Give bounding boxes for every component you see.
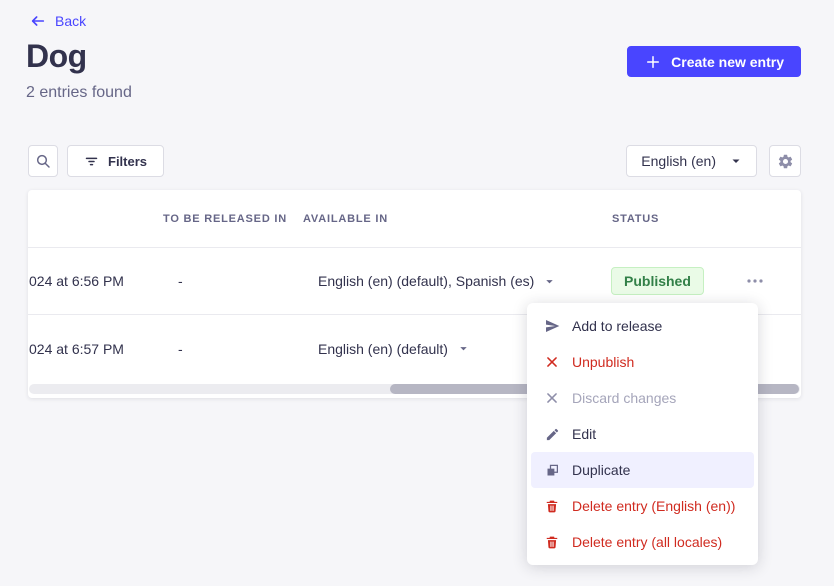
row-actions-menu: Add to release Unpublish Discard changes… xyxy=(527,303,758,565)
menu-item-add-to-release[interactable]: Add to release xyxy=(531,308,754,344)
menu-item-label: Delete entry (English (en)) xyxy=(572,498,735,514)
cross-icon xyxy=(543,353,561,371)
cell-available-in[interactable]: English (en) (default), Spanish (es) xyxy=(318,248,555,314)
create-button-label: Create new entry xyxy=(671,54,784,70)
filter-icon xyxy=(84,154,99,169)
caret-down-icon xyxy=(458,343,469,354)
page-title: Dog xyxy=(26,38,87,75)
back-label: Back xyxy=(55,13,86,29)
table-header-row: TO BE RELEASED IN AVAILABLE IN STATUS xyxy=(28,190,801,248)
filters-label: Filters xyxy=(108,154,147,169)
locale-selected-value: English (en) xyxy=(641,153,716,169)
cell-to-be-released-in: - xyxy=(178,316,183,381)
toolbar: Filters English (en) xyxy=(28,145,801,177)
duplicate-icon xyxy=(543,461,561,479)
menu-item-edit[interactable]: Edit xyxy=(531,416,754,452)
cell-updated: 024 at 6:56 PM xyxy=(29,248,124,314)
cell-available-in[interactable]: English (en) (default) xyxy=(318,316,469,381)
content-manager-page: Back Dog 2 entries found Create new entr… xyxy=(0,0,834,586)
menu-item-label: Duplicate xyxy=(572,462,630,478)
create-new-entry-button[interactable]: Create new entry xyxy=(627,46,801,77)
available-in-value: English (en) (default) xyxy=(318,341,448,357)
cross-icon xyxy=(543,389,561,407)
row-actions-button[interactable] xyxy=(739,265,771,297)
search-icon xyxy=(35,153,51,169)
menu-item-unpublish[interactable]: Unpublish xyxy=(531,344,754,380)
column-header-to-be-released-in[interactable]: TO BE RELEASED IN xyxy=(163,190,287,248)
menu-item-label: Edit xyxy=(572,426,596,442)
search-button[interactable] xyxy=(28,145,58,177)
menu-item-label: Discard changes xyxy=(572,390,676,406)
column-header-status[interactable]: STATUS xyxy=(612,190,659,248)
send-icon xyxy=(543,317,561,335)
menu-item-label: Add to release xyxy=(572,318,662,334)
pencil-icon xyxy=(543,425,561,443)
back-link[interactable]: Back xyxy=(30,13,86,29)
arrow-left-icon xyxy=(30,13,46,29)
trash-icon xyxy=(543,533,561,551)
trash-icon xyxy=(543,497,561,515)
cell-updated: 024 at 6:57 PM xyxy=(29,316,124,381)
caret-down-icon xyxy=(544,276,555,287)
menu-item-label: Unpublish xyxy=(572,354,634,370)
plus-icon xyxy=(644,53,662,71)
view-settings-button[interactable] xyxy=(769,145,801,177)
menu-item-label: Delete entry (all locales) xyxy=(572,534,722,550)
available-in-value: English (en) (default), Spanish (es) xyxy=(318,273,534,289)
entries-count: 2 entries found xyxy=(26,84,132,102)
locale-select[interactable]: English (en) xyxy=(626,145,757,177)
menu-item-delete-entry-all-locales[interactable]: Delete entry (all locales) xyxy=(531,524,754,560)
caret-down-icon xyxy=(730,155,742,167)
gear-icon xyxy=(777,153,794,170)
filters-button[interactable]: Filters xyxy=(67,145,164,177)
column-header-available-in[interactable]: AVAILABLE IN xyxy=(303,190,388,248)
menu-item-discard-changes[interactable]: Discard changes xyxy=(531,380,754,416)
cell-to-be-released-in: - xyxy=(178,248,183,314)
ellipsis-icon xyxy=(747,279,763,283)
menu-item-duplicate[interactable]: Duplicate xyxy=(531,452,754,488)
status-badge: Published xyxy=(611,267,704,295)
menu-item-delete-entry-locale[interactable]: Delete entry (English (en)) xyxy=(531,488,754,524)
